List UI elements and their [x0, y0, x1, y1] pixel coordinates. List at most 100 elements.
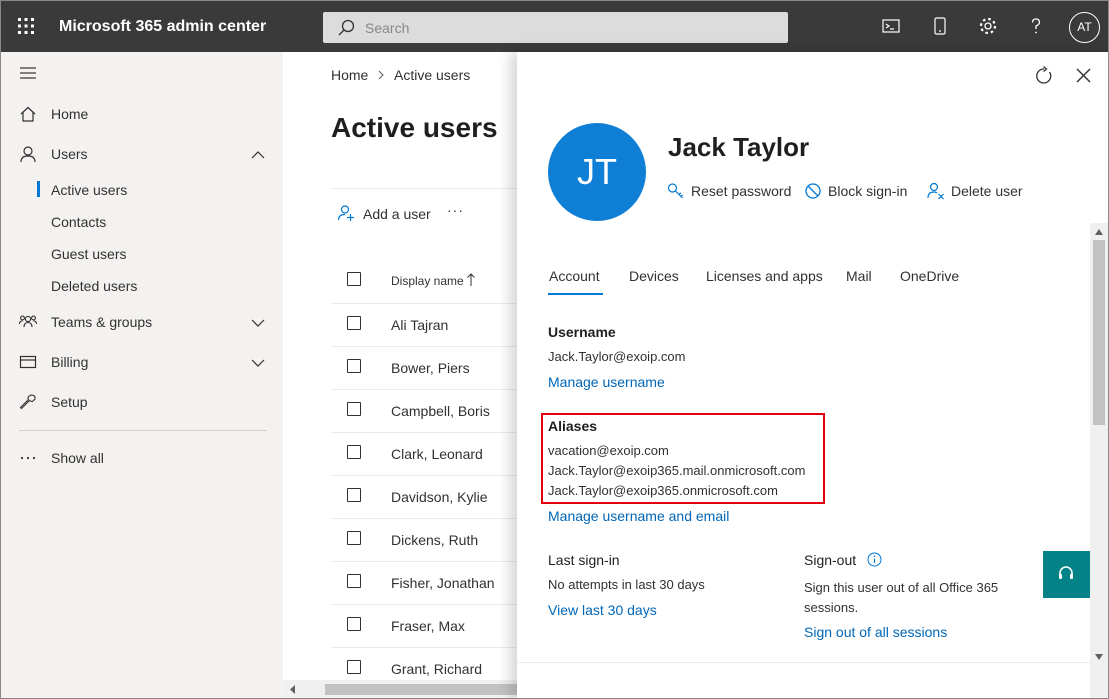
search-input[interactable] [365, 17, 765, 38]
nav-setup[interactable]: Setup [1, 384, 283, 420]
nav-home[interactable]: Home [1, 96, 283, 132]
block-icon [805, 183, 821, 199]
row-checkbox[interactable] [347, 488, 361, 502]
select-all-checkbox[interactable] [347, 272, 361, 286]
nav-show-all[interactable]: Show all [1, 440, 283, 476]
chevron-up-icon[interactable] [251, 148, 265, 162]
info-icon[interactable] [867, 552, 882, 567]
horizontal-scrollbar[interactable] [283, 680, 523, 698]
column-header-display-name[interactable]: Display name [391, 274, 464, 288]
alias-item: vacation@exoip.com [548, 443, 669, 458]
search-box[interactable] [323, 12, 788, 43]
home-icon [20, 106, 36, 122]
table-row[interactable]: Fraser, Max [331, 604, 523, 647]
nav-contacts[interactable]: Contacts [1, 207, 283, 237]
user-details-panel: JT Jack Taylor Reset password Block sign… [517, 52, 1108, 698]
user-display-name[interactable]: Fraser, Max [391, 618, 465, 634]
row-checkbox[interactable] [347, 531, 361, 545]
tab-account[interactable]: Account [549, 268, 600, 284]
nav-setup-label: Setup [51, 394, 88, 410]
manage-username-link[interactable]: Manage username [548, 374, 665, 390]
aliases-label: Aliases [548, 418, 598, 434]
vertical-scrollbar[interactable] [1090, 223, 1108, 698]
nav-teams-groups[interactable]: Teams & groups [1, 304, 283, 340]
more-actions-button[interactable]: ··· [447, 202, 464, 218]
view-last-30-days-link[interactable]: View last 30 days [548, 602, 657, 618]
table-row[interactable]: Campbell, Boris [331, 389, 523, 432]
nav-active-users-label: Active users [51, 182, 128, 198]
terminal-icon[interactable] [880, 15, 902, 37]
scroll-up-icon[interactable] [1094, 228, 1104, 236]
breadcrumb-home[interactable]: Home [331, 67, 368, 83]
scroll-left-icon[interactable] [289, 684, 297, 695]
nav-active-users[interactable]: Active users [1, 175, 283, 205]
hamburger-menu-icon[interactable] [20, 66, 36, 80]
scroll-down-icon[interactable] [1094, 653, 1104, 661]
ellipsis-icon [20, 456, 36, 460]
user-display-name[interactable]: Bower, Piers [391, 360, 470, 376]
chevron-down-icon[interactable] [251, 316, 265, 330]
user-display-name[interactable]: Grant, Richard [391, 661, 482, 677]
top-bar: Microsoft 365 admin center AT [1, 1, 1108, 52]
tab-devices[interactable]: Devices [629, 268, 679, 284]
row-checkbox[interactable] [347, 617, 361, 631]
row-checkbox[interactable] [347, 660, 361, 674]
chevron-down-icon[interactable] [251, 356, 265, 370]
active-tab-indicator [548, 293, 603, 295]
panel-footer-divider [517, 662, 1090, 663]
nav-divider [19, 430, 267, 431]
user-display-name[interactable]: Ali Tajran [391, 317, 448, 333]
alias-item: Jack.Taylor@exoip365.onmicrosoft.com [548, 483, 778, 498]
nav-deleted-users[interactable]: Deleted users [1, 271, 283, 301]
row-checkbox[interactable] [347, 574, 361, 588]
sign-out-description-line1: Sign this user out of all Office 365 [804, 580, 999, 595]
username-value: Jack.Taylor@exoip.com [548, 349, 686, 364]
table-row[interactable]: Ali Tajran [331, 303, 523, 346]
user-display-name[interactable]: Davidson, Kylie [391, 489, 488, 505]
user-display-name[interactable]: Campbell, Boris [391, 403, 490, 419]
tab-onedrive[interactable]: OneDrive [900, 268, 959, 284]
table-row[interactable]: Davidson, Kylie [331, 475, 523, 518]
gear-icon[interactable] [977, 15, 999, 37]
sign-out-description-line2: sessions. [804, 600, 859, 615]
row-checkbox[interactable] [347, 359, 361, 373]
refresh-icon[interactable] [1034, 66, 1054, 86]
app-launcher-icon[interactable] [18, 18, 34, 34]
tab-licenses-and-apps[interactable]: Licenses and apps [706, 268, 823, 284]
block-sign-in-label: Block sign-in [828, 183, 908, 199]
last-sign-in-value: No attempts in last 30 days [548, 577, 705, 592]
user-display-name[interactable]: Fisher, Jonathan [391, 575, 495, 591]
manage-username-email-link[interactable]: Manage username and email [548, 508, 729, 524]
help-support-button[interactable] [1043, 551, 1090, 598]
sign-out-all-sessions-link[interactable]: Sign out of all sessions [804, 624, 947, 640]
nav-users[interactable]: Users [1, 136, 283, 172]
table-row[interactable]: Clark, Leonard [331, 432, 523, 475]
user-display-name-heading: Jack Taylor [668, 132, 810, 162]
table-row[interactable]: Bower, Piers [331, 346, 523, 389]
nav-billing[interactable]: Billing [1, 344, 283, 380]
search-icon [338, 19, 355, 36]
user-display-name[interactable]: Clark, Leonard [391, 446, 483, 462]
tab-mail[interactable]: Mail [846, 268, 872, 284]
nav-guest-users[interactable]: Guest users [1, 239, 283, 269]
help-icon[interactable] [1025, 15, 1047, 37]
table-row[interactable]: Fisher, Jonathan [331, 561, 523, 604]
account-avatar[interactable]: AT [1069, 12, 1100, 43]
mobile-icon[interactable] [929, 15, 951, 37]
horizontal-scroll-thumb[interactable] [325, 684, 523, 695]
close-icon[interactable] [1075, 67, 1092, 84]
row-checkbox[interactable] [347, 402, 361, 416]
sort-ascending-icon[interactable] [466, 273, 476, 287]
table-row[interactable]: Dickens, Ruth [331, 518, 523, 561]
active-indicator [37, 181, 40, 197]
nav-teams-groups-label: Teams & groups [51, 314, 153, 330]
command-bar-divider [331, 188, 523, 189]
app-title[interactable]: Microsoft 365 admin center [59, 18, 266, 36]
user-icon [20, 146, 36, 163]
page-title: Active users [331, 112, 498, 143]
row-checkbox[interactable] [347, 316, 361, 330]
row-checkbox[interactable] [347, 445, 361, 459]
vertical-scroll-thumb[interactable] [1093, 240, 1105, 425]
nav-billing-label: Billing [51, 354, 89, 370]
user-display-name[interactable]: Dickens, Ruth [391, 532, 478, 548]
